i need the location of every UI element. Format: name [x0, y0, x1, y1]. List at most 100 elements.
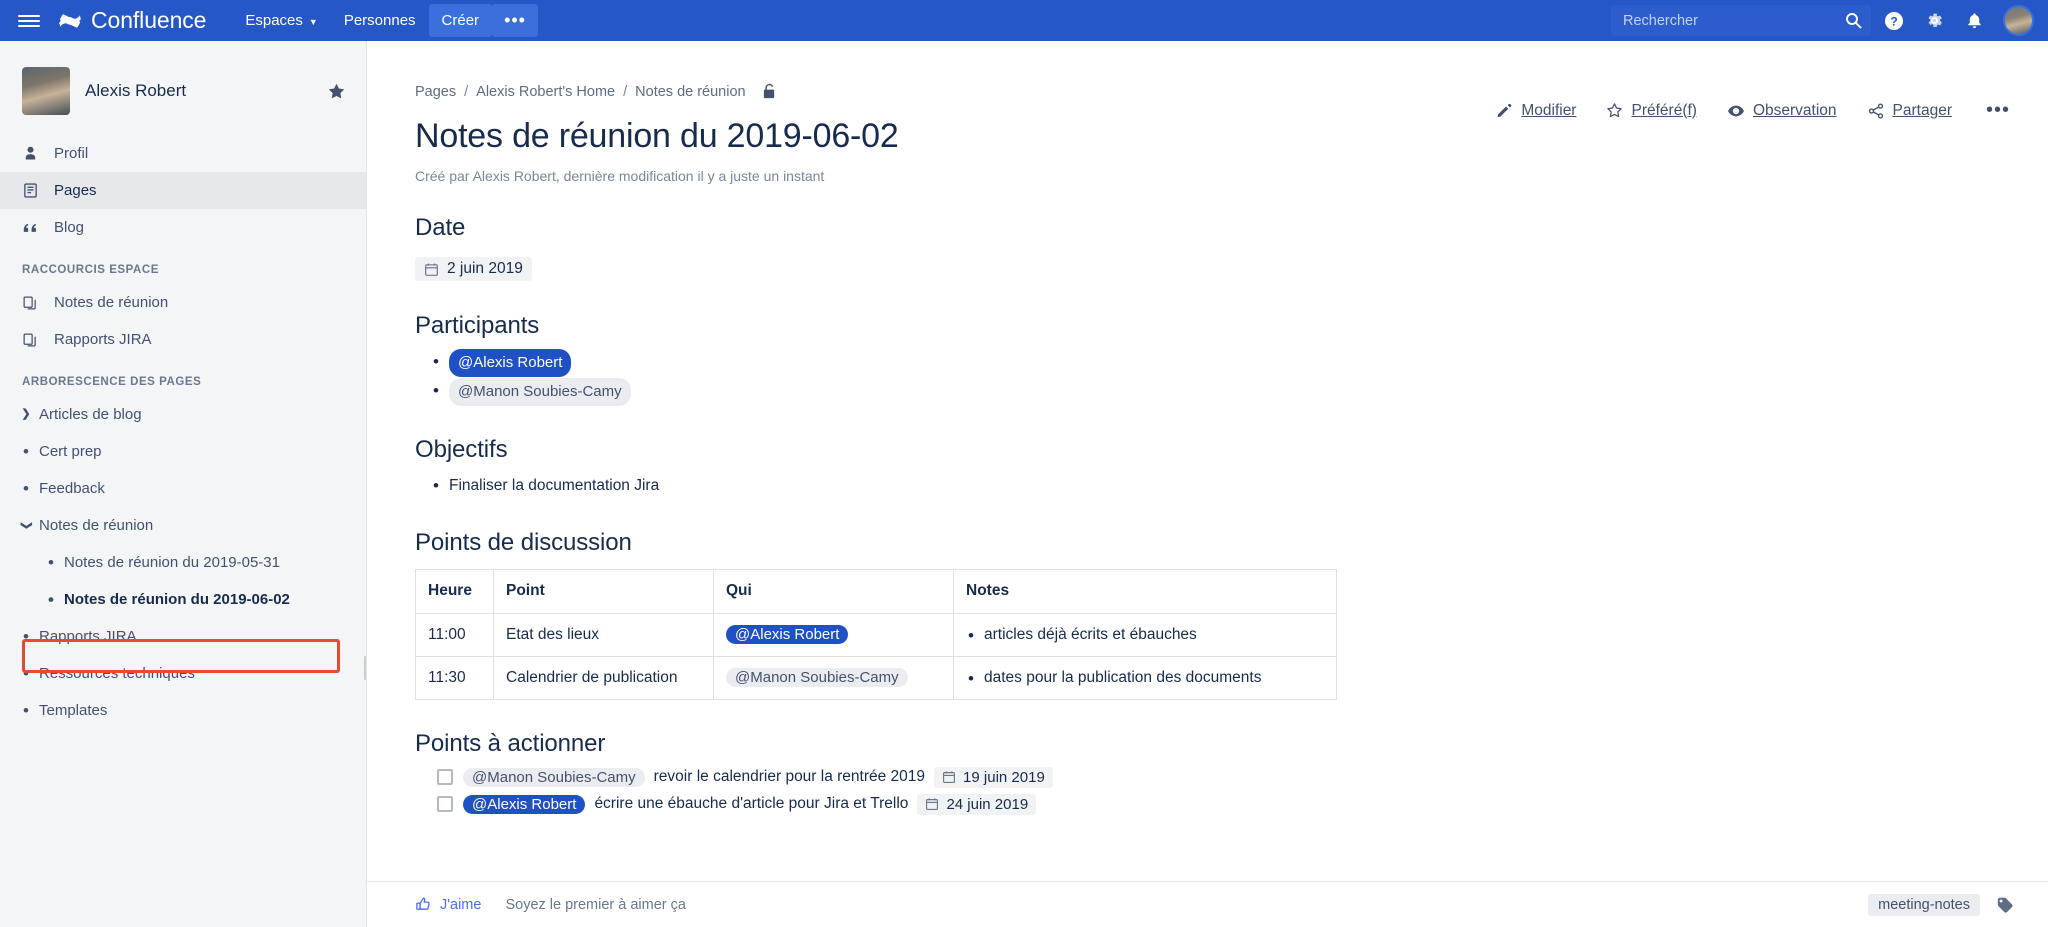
action-item-due-date[interactable]: 19 juin 2019 — [934, 766, 1053, 788]
mention-alexis-robert[interactable]: @Alexis Robert — [726, 625, 849, 644]
page-icon — [22, 182, 44, 199]
person-icon — [22, 145, 44, 162]
share-button[interactable]: Partager — [1867, 102, 1952, 120]
mention-alexis-robert[interactable]: @Alexis Robert — [449, 348, 572, 377]
page-action-bar: Modifier Préféré(f) Observation Partager… — [1496, 99, 2014, 122]
favorite-button[interactable]: Préféré(f) — [1606, 101, 1697, 120]
favorite-button-label: Préféré(f) — [1631, 101, 1697, 119]
hamburger-menu-icon[interactable] — [18, 10, 40, 32]
sidebar-blog-label: Blog — [54, 219, 85, 236]
mention-manon-soubies-camy[interactable]: @Manon Soubies-Camy — [463, 767, 645, 787]
date-chip[interactable]: 2 juin 2019 — [415, 257, 532, 281]
col-header-point: Point — [493, 568, 714, 614]
tree-item-templates[interactable]: • Templates — [0, 692, 366, 729]
tree-label-6: Rapports JIRA — [39, 628, 137, 645]
tree-item-notes-2019-06-02[interactable]: • Notes de réunion du 2019-06-02 — [0, 581, 366, 618]
shortcut-label-0: Notes de réunion — [54, 294, 169, 311]
table-header-row: Heure Point Qui Notes — [415, 568, 1337, 614]
bullet-icon: • — [23, 701, 29, 720]
copy-page-icon — [22, 332, 44, 348]
page-footer: J'aime Soyez le premier à aimer ça meeti… — [367, 881, 2048, 927]
label-tag-icon[interactable] — [1996, 896, 2014, 914]
nav-item-personnes[interactable]: Personnes — [331, 4, 429, 37]
sidebar-shortcuts: Notes de réunion Rapports JIRA — [0, 284, 366, 358]
cell-point: Calendrier de publication — [493, 655, 714, 700]
space-sidebar: Alexis Robert Profil Pages Blog RACCOURC… — [0, 41, 367, 927]
tree-item-articles-de-blog[interactable]: ❯ Articles de blog — [0, 396, 366, 433]
sidebar-item-profil[interactable]: Profil — [0, 135, 366, 172]
user-avatar[interactable] — [2003, 5, 2034, 36]
lock-unlocked-icon[interactable] — [762, 83, 777, 100]
action-item-checkbox[interactable] — [437, 769, 453, 785]
footer-right-group: meeting-notes — [1868, 893, 2014, 916]
create-button[interactable]: Créer — [428, 4, 493, 37]
space-header: Alexis Robert — [0, 57, 366, 129]
confluence-brand-link[interactable]: Confluence — [58, 7, 206, 34]
chevron-down-icon[interactable]: ❯ — [21, 513, 33, 539]
watch-button-label: Observation — [1752, 101, 1837, 119]
bullet-icon: • — [48, 553, 54, 572]
sidebar-shortcut-rapports-jira[interactable]: Rapports JIRA — [0, 321, 366, 358]
tree-item-rapports-jira[interactable]: • Rapports JIRA — [0, 618, 366, 655]
cell-point: Etat des lieux — [493, 612, 714, 657]
action-item-text: écrire une ébauche d'article pour Jira e… — [594, 795, 909, 812]
breadcrumb-home[interactable]: Alexis Robert's Home — [476, 84, 615, 100]
list-item: @Manon Soubies-Camy — [415, 377, 2014, 406]
tree-label-3: Notes de réunion — [39, 517, 154, 534]
tree-item-feedback[interactable]: • Feedback — [0, 470, 366, 507]
star-filled-icon[interactable] — [323, 78, 350, 105]
action-item-due-date[interactable]: 24 juin 2019 — [917, 793, 1037, 815]
breadcrumb-pages[interactable]: Pages — [415, 84, 456, 100]
search-icon[interactable] — [1845, 12, 1862, 29]
search-input[interactable] — [1623, 12, 1845, 29]
confluence-logo-icon — [58, 9, 82, 33]
tree-item-cert-prep[interactable]: • Cert prep — [0, 433, 366, 470]
watch-button[interactable]: Observation — [1727, 102, 1837, 120]
list-item: @Alexis Robert — [415, 348, 2014, 377]
cell-notes-list: articles déjà écrits et ébauches — [966, 626, 1324, 646]
create-more-button[interactable]: ••• — [492, 4, 538, 37]
brand-name-label: Confluence — [91, 7, 207, 33]
bell-icon[interactable] — [1957, 4, 1991, 38]
sidebar-primary-nav: Profil Pages Blog — [0, 135, 366, 246]
sidebar-item-pages[interactable]: Pages — [0, 172, 366, 209]
edit-button[interactable]: Modifier — [1496, 102, 1576, 120]
heading-points-a-actionner: Points à actionner — [415, 729, 606, 757]
breadcrumb-notes-de-reunion[interactable]: Notes de réunion — [635, 84, 745, 100]
help-circle-icon[interactable]: ? — [1877, 4, 1911, 38]
page-tree: ❯ Articles de blog • Cert prep • Feedbac… — [0, 396, 366, 737]
col-header-qui: Qui — [713, 568, 954, 614]
tree-item-notes-de-reunion[interactable]: ❯ Notes de réunion — [0, 507, 366, 544]
bullet-icon: • — [48, 590, 54, 609]
tree-item-notes-2019-05-31[interactable]: • Notes de réunion du 2019-05-31 — [0, 544, 366, 581]
due-date-label: 19 juin 2019 — [963, 768, 1045, 786]
pencil-icon — [1496, 102, 1513, 119]
chevron-right-icon[interactable]: ❯ — [13, 409, 39, 420]
action-item-checkbox[interactable] — [437, 796, 453, 812]
top-nav-left-group: Confluence Espaces ▼ Personnes Créer ••• — [18, 0, 538, 41]
sidebar-pages-label: Pages — [54, 182, 97, 199]
calendar-icon — [925, 797, 939, 811]
shortcut-label-1: Rapports JIRA — [54, 331, 152, 348]
table-row: 11:30 Calendrier de publication @Manon S… — [415, 655, 1337, 700]
gear-icon[interactable] — [1917, 4, 1951, 38]
tree-label-1: Cert prep — [39, 443, 102, 460]
cell-notes: dates pour la publication des documents — [953, 655, 1337, 700]
sidebar-shortcut-notes-de-reunion[interactable]: Notes de réunion — [0, 284, 366, 321]
mention-manon-soubies-camy[interactable]: @Manon Soubies-Camy — [726, 668, 908, 687]
search-box[interactable] — [1611, 5, 1871, 36]
top-navigation-bar: Confluence Espaces ▼ Personnes Créer ••• — [0, 0, 2048, 41]
mention-manon-soubies-camy[interactable]: @Manon Soubies-Camy — [449, 377, 631, 406]
calendar-icon — [424, 262, 439, 277]
bullet-icon: • — [23, 627, 29, 646]
nav-item-espaces[interactable]: Espaces ▼ — [232, 4, 330, 37]
mention-alexis-robert[interactable]: @Alexis Robert — [463, 794, 586, 814]
tree-item-ressources-techniques[interactable]: • Ressources techniques — [0, 655, 366, 692]
sidebar-item-blog[interactable]: Blog — [0, 209, 366, 246]
page-more-actions-button[interactable]: ••• — [1982, 99, 2014, 122]
participants-list: @Alexis Robert @Manon Soubies-Camy — [415, 348, 2014, 406]
breadcrumb: Pages / Alexis Robert's Home / Notes de … — [415, 61, 2014, 100]
like-button[interactable]: J'aime — [415, 896, 481, 913]
label-chip-meeting-notes[interactable]: meeting-notes — [1868, 893, 1980, 916]
calendar-icon — [942, 770, 956, 784]
